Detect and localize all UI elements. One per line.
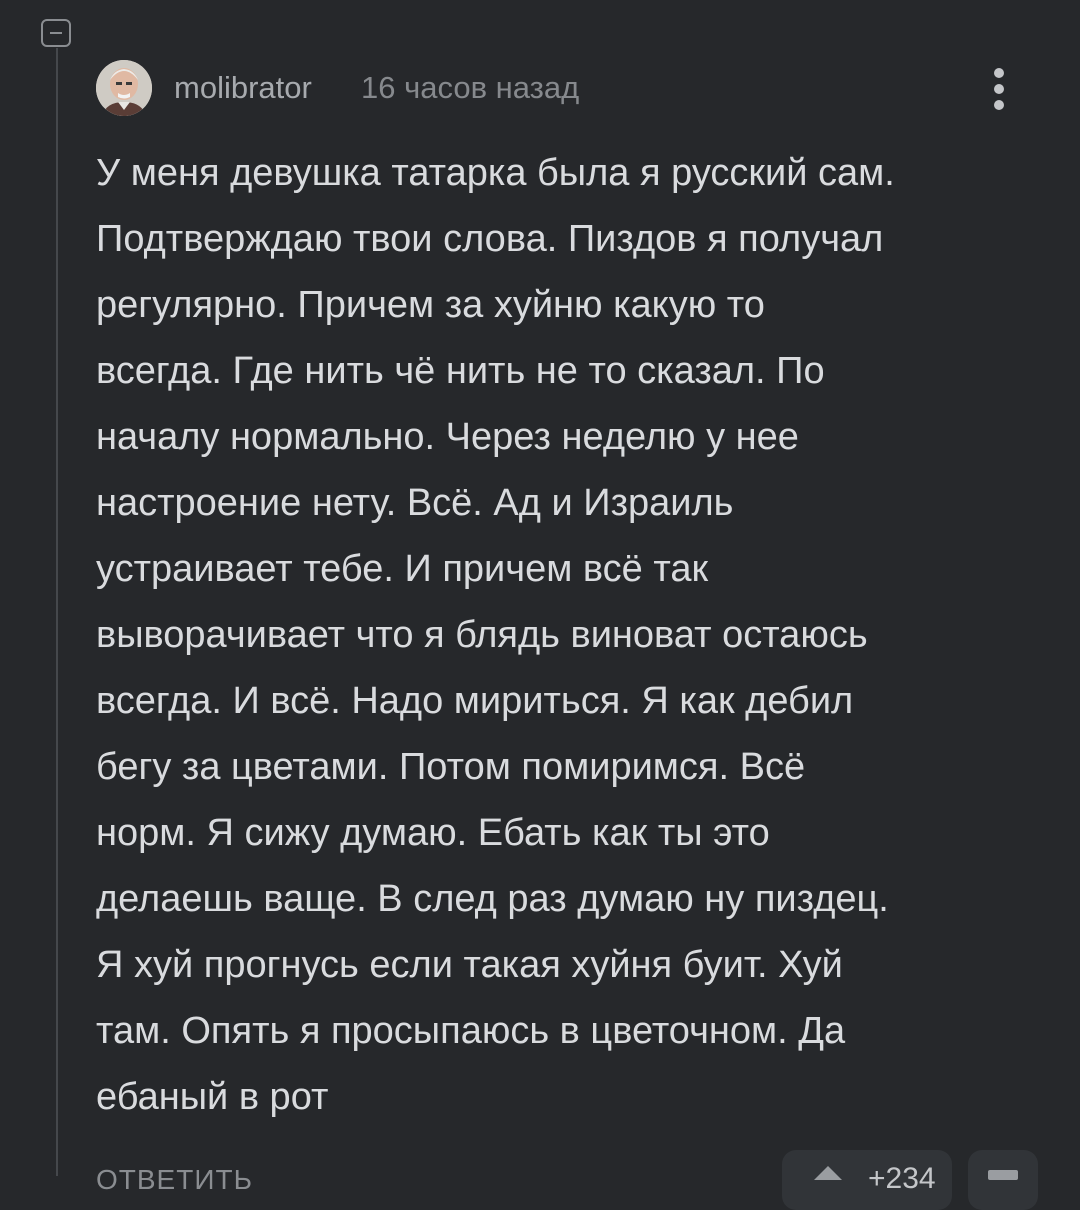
- more-vertical-icon: [994, 68, 1004, 78]
- rating-block: +234: [782, 1150, 952, 1210]
- avatar-image: [96, 60, 152, 116]
- minus-icon: [988, 1170, 1018, 1180]
- avatar[interactable]: [96, 60, 152, 116]
- more-vertical-icon-dot: [994, 84, 1004, 94]
- author-name[interactable]: molibrator: [174, 70, 312, 106]
- comment-footer: ОТВЕТИТЬ +234: [96, 1150, 1040, 1210]
- reply-button[interactable]: ОТВЕТИТЬ: [96, 1164, 253, 1196]
- comment-body: У меня девушка татарка была я русский са…: [96, 152, 895, 1118]
- comment-header: molibrator 16 часов назад: [96, 60, 1040, 118]
- more-vertical-icon-dot: [994, 100, 1004, 110]
- comment-time: 16 часов назад: [361, 70, 580, 105]
- arrow-up-icon[interactable]: [814, 1166, 842, 1180]
- thread-line: [56, 48, 58, 1176]
- collapse-thread-button[interactable]: [41, 19, 71, 47]
- more-options-button[interactable]: [984, 66, 1014, 112]
- rating-value: +234: [868, 1162, 936, 1195]
- downvote-button[interactable]: [968, 1150, 1038, 1210]
- collapse-minus-icon: [50, 32, 62, 34]
